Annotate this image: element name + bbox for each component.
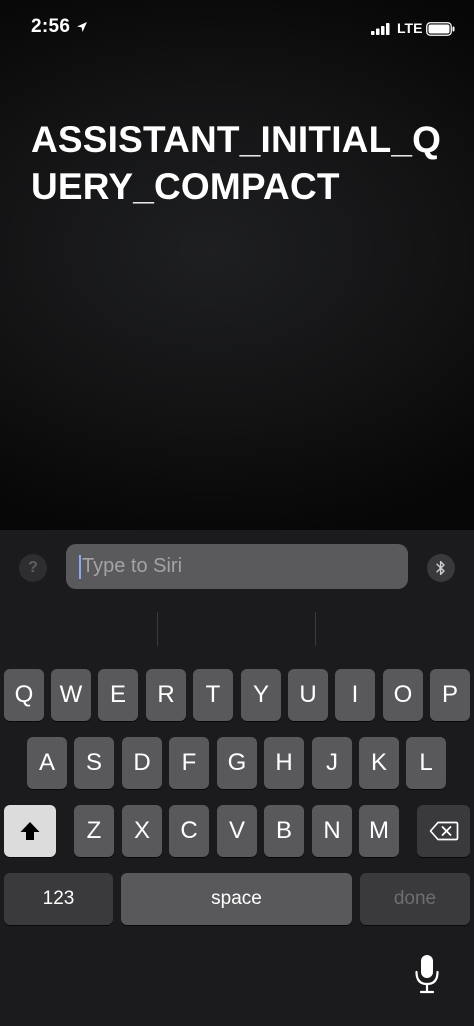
bluetooth-icon: [436, 560, 445, 576]
status-time: 2:56: [31, 16, 71, 37]
status-bar: 2:56 LTE: [0, 0, 474, 56]
key-z[interactable]: Z: [74, 805, 114, 857]
space-key[interactable]: space: [121, 873, 352, 925]
type-to-siri-input[interactable]: Type to Siri: [66, 544, 408, 589]
text-cursor: [79, 555, 81, 579]
key-b[interactable]: B: [264, 805, 304, 857]
siri-screen: 2:56 LTE ASSISTANT_INITIAL_QUERY_COMPACT…: [0, 0, 474, 1026]
done-key[interactable]: done: [360, 873, 470, 925]
suggestion-divider: [315, 612, 316, 646]
key-f[interactable]: F: [169, 737, 209, 789]
location-arrow-icon: [77, 22, 87, 32]
key-q[interactable]: Q: [4, 669, 44, 721]
numbers-key[interactable]: 123: [4, 873, 113, 925]
input-placeholder: Type to Siri: [82, 555, 183, 577]
network-type: LTE: [397, 20, 423, 36]
key-d[interactable]: D: [122, 737, 162, 789]
suggestion-divider: [157, 612, 158, 646]
key-w[interactable]: W: [51, 669, 91, 721]
key-j[interactable]: J: [312, 737, 352, 789]
key-l[interactable]: L: [406, 737, 446, 789]
key-n[interactable]: N: [312, 805, 352, 857]
cellular-signal-icon: [371, 23, 390, 35]
key-c[interactable]: C: [169, 805, 209, 857]
key-o[interactable]: O: [383, 669, 423, 721]
key-x[interactable]: X: [122, 805, 162, 857]
microphone-icon[interactable]: [413, 954, 441, 994]
key-h[interactable]: H: [264, 737, 304, 789]
key-m[interactable]: M: [359, 805, 399, 857]
delete-key[interactable]: [417, 805, 470, 857]
siri-prompt-title: ASSISTANT_INITIAL_QUERY_COMPACT: [31, 119, 442, 207]
bluetooth-button[interactable]: [427, 554, 455, 582]
key-g[interactable]: G: [217, 737, 257, 789]
key-s[interactable]: S: [74, 737, 114, 789]
suggestion-bar: [0, 600, 474, 660]
backspace-icon: [429, 821, 459, 841]
key-e[interactable]: E: [98, 669, 138, 721]
help-button[interactable]: ?: [19, 554, 47, 582]
key-r[interactable]: R: [146, 669, 186, 721]
key-k[interactable]: K: [359, 737, 399, 789]
key-t[interactable]: T: [193, 669, 233, 721]
key-i[interactable]: I: [335, 669, 375, 721]
key-y[interactable]: Y: [241, 669, 281, 721]
key-v[interactable]: V: [217, 805, 257, 857]
key-a[interactable]: A: [27, 737, 67, 789]
shift-arrow-icon: [20, 822, 40, 840]
shift-key[interactable]: [4, 805, 56, 857]
key-p[interactable]: P: [430, 669, 470, 721]
battery-icon: [426, 22, 455, 36]
key-u[interactable]: U: [288, 669, 328, 721]
